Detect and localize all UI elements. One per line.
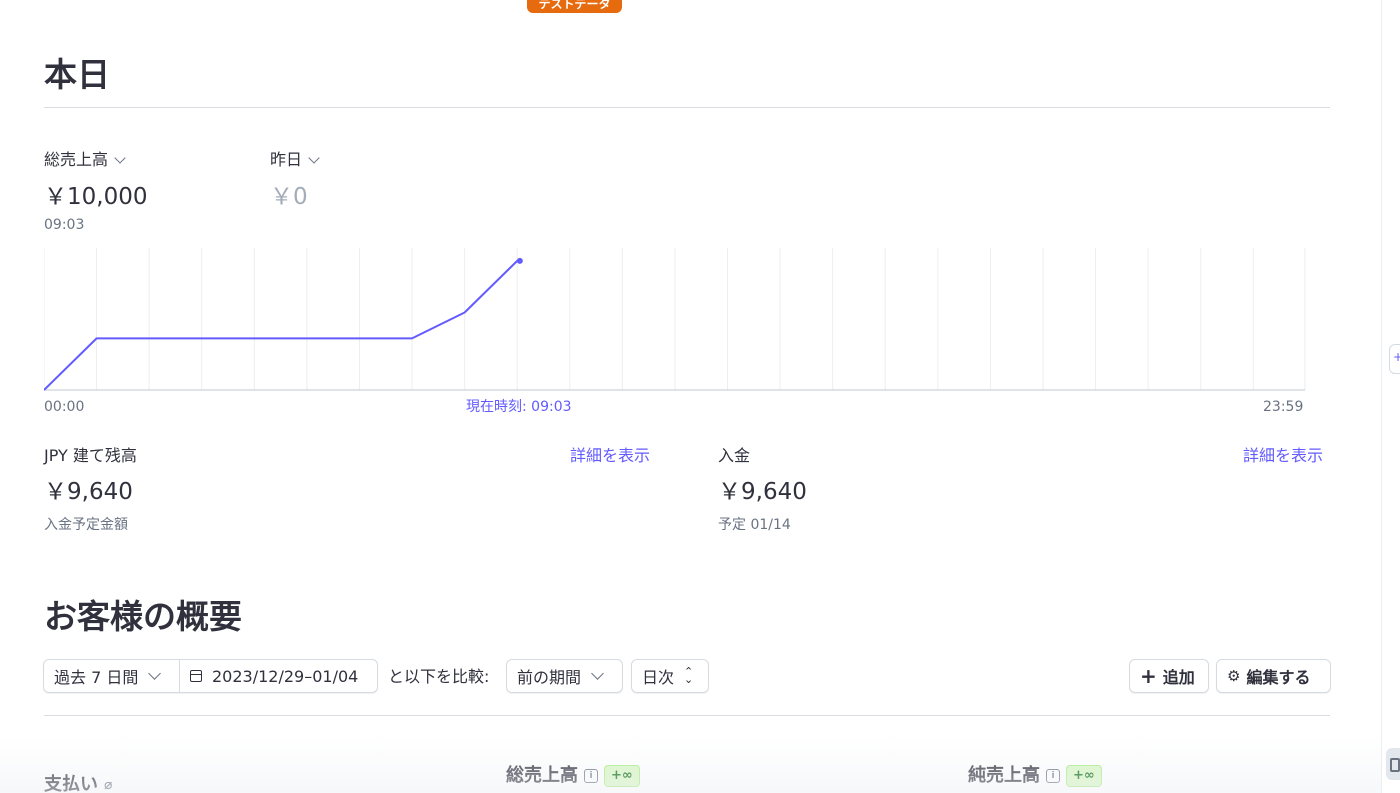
- balance-title: JPY 建て残高: [44, 446, 137, 465]
- net-sales-label: 純売上高: [968, 765, 1040, 786]
- payout-details-link[interactable]: 詳細を表示: [1243, 446, 1323, 466]
- payout-title: 入金: [718, 446, 751, 465]
- compare-period-label: 前の期間: [517, 668, 582, 687]
- calendar-icon: [190, 670, 202, 682]
- net-sales-change-badge: +∞: [1066, 765, 1102, 787]
- plus-icon: +: [1140, 664, 1157, 688]
- net-sales-metric-header[interactable]: 純売上高 i +∞: [968, 764, 1102, 788]
- today-title: 本日: [44, 55, 110, 94]
- gear-icon: ⚙: [1227, 667, 1241, 685]
- today-sales-chart: [44, 248, 1306, 391]
- add-button-label: 追加: [1162, 668, 1195, 687]
- payments-metric-header[interactable]: 支払い ⌀: [44, 773, 112, 793]
- chevron-up-down-icon: ⌃ ⌄: [684, 665, 694, 686]
- date-range-picker[interactable]: 2023/12/29–01/04: [180, 660, 368, 692]
- side-panel-icon[interactable]: [1386, 748, 1400, 780]
- chevron-down-icon: [591, 667, 604, 680]
- gross-sales-metric-header[interactable]: 総売上高 i +∞: [506, 764, 640, 788]
- date-range-label: 2023/12/29–01/04: [212, 666, 359, 686]
- today-divider: [44, 107, 1330, 108]
- axis-end-label: 23:59: [1263, 399, 1304, 415]
- gross-sales-change-badge: +∞: [604, 765, 640, 787]
- payout-value: ￥9,640: [718, 479, 807, 505]
- info-icon: i: [584, 769, 598, 783]
- primary-metric-value: ￥10,000: [44, 184, 148, 210]
- date-range-control: 過去 7 日間 2023/12/29–01/04: [43, 659, 378, 693]
- compare-label: と以下を比較:: [388, 667, 490, 686]
- range-select[interactable]: 過去 7 日間: [44, 660, 180, 692]
- balance-value: ￥9,640: [44, 479, 133, 505]
- axis-start-label: 00:00: [44, 399, 85, 415]
- compare-select-label: 昨日: [270, 150, 303, 169]
- payout-sub: 予定 01/14: [718, 517, 791, 533]
- edit-button[interactable]: ⚙ 編集する: [1216, 659, 1331, 693]
- metric-select-label: 総売上高: [44, 150, 109, 169]
- balance-sub: 入金予定金額: [44, 517, 128, 533]
- right-panel-edge: [1381, 0, 1400, 793]
- add-button[interactable]: + 追加: [1129, 659, 1209, 693]
- bottom-fade: [0, 735, 1381, 793]
- chevron-down-icon: [308, 151, 320, 164]
- compare-period-select[interactable]: 前の期間: [506, 659, 623, 693]
- current-value-point: [516, 257, 523, 264]
- range-select-label: 過去 7 日間: [54, 668, 139, 687]
- chevron-down-icon: [114, 151, 126, 164]
- balance-details-link[interactable]: 詳細を表示: [570, 446, 650, 466]
- info-icon: i: [1046, 769, 1060, 783]
- payments-metric-label: 支払い: [44, 774, 98, 793]
- gross-sales-label: 総売上高: [506, 765, 578, 786]
- interval-select[interactable]: 日次 ⌃ ⌄: [631, 659, 709, 693]
- metric-select[interactable]: 総売上高: [44, 150, 126, 170]
- edit-button-label: 編集する: [1246, 668, 1311, 687]
- plus-icon: +: [1393, 350, 1400, 364]
- chart-grid: [44, 248, 1306, 390]
- compare-select[interactable]: 昨日: [270, 150, 320, 170]
- overview-divider: [44, 715, 1330, 716]
- axis-now-label: 現在時刻: 09:03: [466, 399, 572, 415]
- compare-metric-value: ￥0: [270, 184, 308, 210]
- dashboard-page: テストデータ 本日 総売上高 ￥10,000 09:03 昨日 ￥0 00:00…: [0, 0, 1381, 793]
- hidden-icon: ⌀: [104, 777, 113, 793]
- interval-label: 日次: [642, 668, 675, 687]
- primary-metric-time: 09:03: [44, 217, 85, 233]
- chart-points: [516, 257, 523, 264]
- sales-series-line: [44, 259, 520, 391]
- test-data-badge: テストデータ: [527, 0, 622, 13]
- overview-title: お客様の概要: [44, 597, 242, 636]
- expand-panel-button[interactable]: +: [1389, 344, 1400, 374]
- chevron-down-icon: [148, 667, 162, 680]
